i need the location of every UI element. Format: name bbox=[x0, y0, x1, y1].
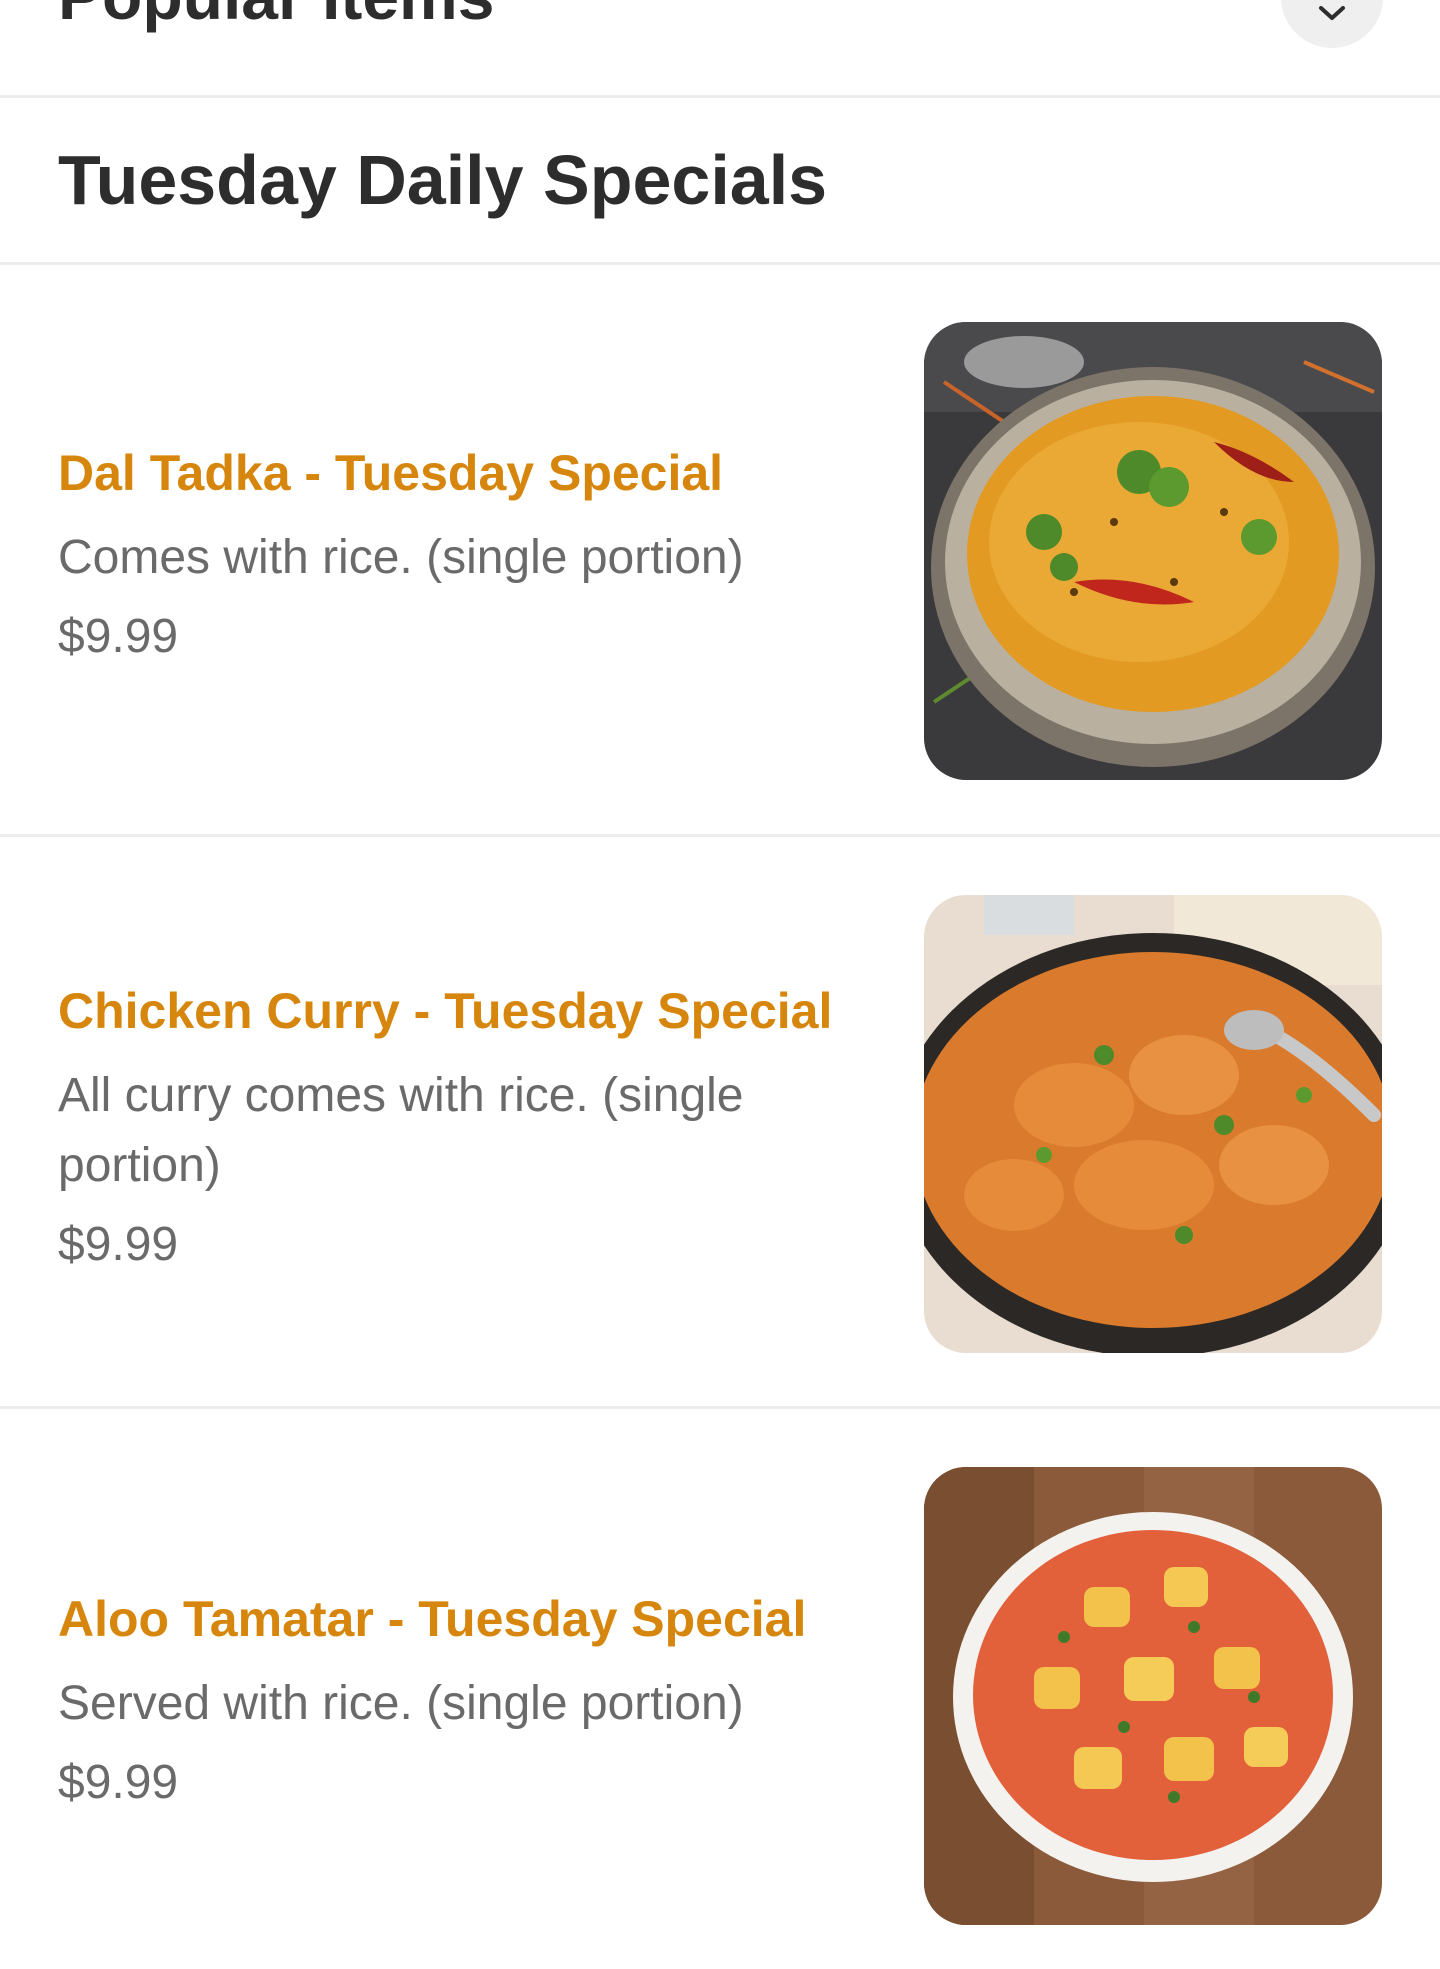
item-price: $9.99 bbox=[58, 1756, 179, 1809]
item-description: Comes with rice. (single portion) bbox=[58, 531, 744, 584]
aloo-tamatar-photo bbox=[924, 1467, 1382, 1925]
item-text: Chicken Curry - Tuesday Special All curr… bbox=[58, 981, 838, 1275]
item-text: Aloo Tamatar - Tuesday Special Served wi… bbox=[58, 1589, 838, 1813]
menu-item-aloo-tamatar[interactable]: Aloo Tamatar - Tuesday Special Served wi… bbox=[0, 1409, 1440, 1969]
section-title: Tuesday Daily Specials bbox=[58, 141, 828, 219]
popular-items-header: Popular Items bbox=[0, 0, 1440, 98]
item-name: Dal Tadka - Tuesday Special bbox=[58, 445, 724, 501]
chevron-down-icon bbox=[1319, 6, 1345, 20]
item-price: $9.99 bbox=[58, 1218, 179, 1271]
item-name: Chicken Curry - Tuesday Special bbox=[58, 983, 833, 1039]
item-description: All curry comes with rice. (single porti… bbox=[58, 1069, 744, 1192]
item-text: Dal Tadka - Tuesday Special Comes with r… bbox=[58, 443, 838, 667]
chicken-curry-photo bbox=[924, 895, 1382, 1353]
item-price: $9.99 bbox=[58, 610, 179, 663]
tuesday-specials-header: Tuesday Daily Specials bbox=[0, 98, 1440, 265]
collapse-popular-button[interactable] bbox=[1281, 0, 1383, 48]
menu-item-dal-tadka[interactable]: Dal Tadka - Tuesday Special Comes with r… bbox=[0, 265, 1440, 837]
item-description: Served with rice. (single portion) bbox=[58, 1677, 744, 1730]
menu-item-chicken-curry[interactable]: Chicken Curry - Tuesday Special All curr… bbox=[0, 837, 1440, 1409]
item-name: Aloo Tamatar - Tuesday Special bbox=[58, 1591, 807, 1647]
dal-tadka-photo bbox=[924, 322, 1382, 780]
popular-items-title: Popular Items bbox=[58, 0, 494, 36]
